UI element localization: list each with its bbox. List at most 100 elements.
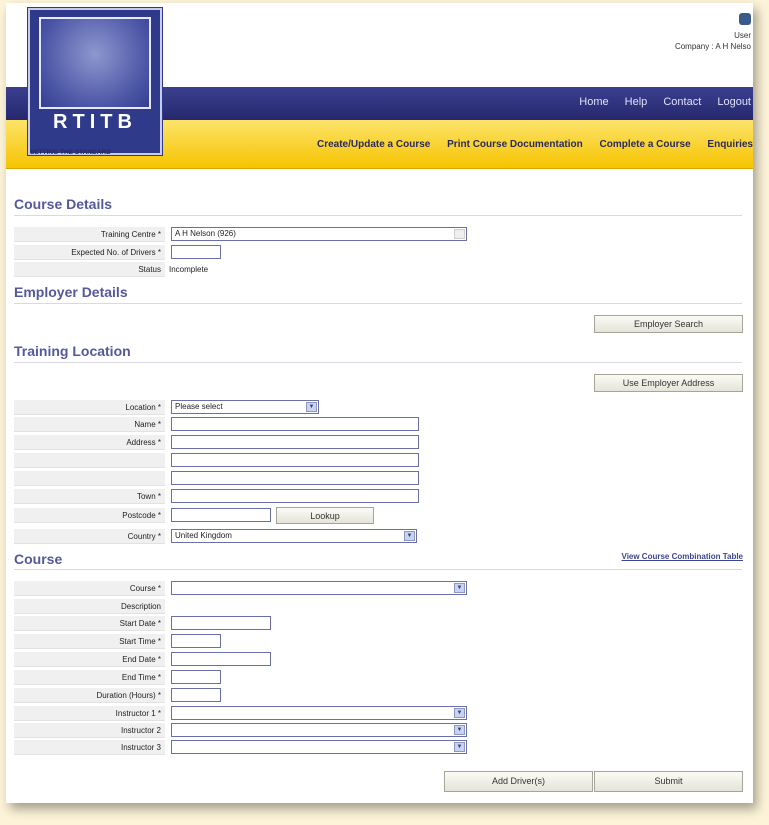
location-name-input[interactable]: [171, 417, 419, 431]
country-row: Country * United Kingdom ▼: [14, 529, 464, 545]
user-label: User: [734, 31, 751, 40]
country-value: United Kingdom: [175, 531, 232, 540]
expected-drivers-row: Expected No. of Drivers *: [14, 245, 464, 261]
nav-print-course-docs[interactable]: Print Course Documentation: [447, 139, 583, 150]
expected-drivers-input[interactable]: [171, 245, 221, 259]
address-row: Address *: [14, 435, 464, 451]
address-row-3: [14, 471, 464, 487]
instructor-3-label: Instructor 3: [14, 740, 165, 755]
status-value: Incomplete: [169, 265, 209, 274]
start-date-input[interactable]: [171, 616, 271, 630]
town-row: Town *: [14, 489, 464, 505]
divider: [14, 362, 742, 363]
instructor-1-select[interactable]: ▼: [171, 706, 467, 720]
location-row: Location * Please select ▼: [14, 400, 464, 416]
company-label: Company : A H Nelso: [674, 42, 751, 51]
start-date-row: Start Date *: [14, 616, 464, 632]
submit-button[interactable]: Submit: [594, 771, 743, 792]
top-links: Home Help Contact Logout: [566, 96, 751, 108]
chevron-down-icon: ▼: [454, 742, 465, 752]
end-date-input[interactable]: [171, 652, 271, 666]
logo-emblem: [39, 17, 151, 109]
chevron-down-icon: ▼: [404, 531, 415, 541]
divider: [14, 215, 742, 216]
duration-input[interactable]: [171, 688, 221, 702]
home-link[interactable]: Home: [579, 96, 608, 108]
postcode-input[interactable]: [171, 508, 271, 522]
course-label: Course *: [14, 581, 165, 596]
location-select[interactable]: Please select ▼: [171, 400, 319, 414]
country-select[interactable]: United Kingdom ▼: [171, 529, 417, 543]
chevron-down-icon: ▼: [454, 583, 465, 593]
view-course-combination-link[interactable]: View Course Combination Table: [622, 552, 744, 561]
postcode-label: Postcode *: [14, 508, 165, 523]
town-input[interactable]: [171, 489, 419, 503]
chevron-down-icon: ▼: [454, 725, 465, 735]
duration-label: Duration (Hours) *: [14, 688, 165, 703]
contact-link[interactable]: Contact: [663, 96, 701, 108]
user-info: User Company : A H Nelso: [675, 13, 751, 52]
address-line-3-input[interactable]: [171, 471, 419, 485]
town-label: Town *: [14, 489, 165, 504]
end-date-label: End Date *: [14, 652, 165, 667]
instructor-2-select[interactable]: ▼: [171, 723, 467, 737]
training-centre-label: Training Centre *: [14, 227, 165, 242]
postcode-row: Postcode * Lookup: [14, 507, 464, 524]
instructor-2-row: Instructor 2 ▼: [14, 723, 467, 739]
divider: [14, 303, 742, 304]
country-label: Country *: [14, 529, 165, 544]
nav-create-update-course[interactable]: Create/Update a Course: [317, 139, 430, 150]
course-select-row: Course * ▼: [14, 581, 467, 597]
training-centre-value: A H Nelson (926): [175, 229, 236, 238]
training-location-title: Training Location: [14, 343, 131, 359]
instructor-3-row: Instructor 3 ▼: [14, 740, 467, 756]
address-line-1-input[interactable]: [171, 435, 419, 449]
location-name-row: Name *: [14, 417, 464, 433]
start-time-label: Start Time *: [14, 634, 165, 649]
expected-drivers-label: Expected No. of Drivers *: [14, 245, 165, 260]
page: User Company : A H Nelso Home Help Conta…: [6, 3, 753, 803]
logo-tagline: SETTING THE STANDARD: [30, 149, 111, 156]
location-name-label: Name *: [14, 417, 165, 432]
instructor-1-label: Instructor 1 *: [14, 706, 165, 721]
employer-search-button[interactable]: Employer Search: [594, 315, 743, 333]
course-title: Course: [14, 551, 63, 567]
end-date-row: End Date *: [14, 652, 464, 668]
end-time-row: End Time *: [14, 670, 464, 686]
training-centre-select[interactable]: A H Nelson (926): [171, 227, 467, 241]
logout-link[interactable]: Logout: [717, 96, 751, 108]
location-value: Please select: [175, 402, 223, 411]
location-label: Location *: [14, 400, 165, 415]
status-label: Status: [14, 262, 165, 277]
course-details-title: Course Details: [14, 196, 113, 212]
lookup-button[interactable]: Lookup: [276, 507, 374, 524]
course-select[interactable]: ▼: [171, 581, 467, 595]
start-time-input[interactable]: [171, 634, 221, 648]
description-label: Description: [14, 599, 165, 614]
end-time-label: End Time *: [14, 670, 165, 685]
nav-complete-course[interactable]: Complete a Course: [600, 139, 691, 150]
end-time-input[interactable]: [171, 670, 221, 684]
address-label: Address *: [14, 435, 165, 450]
address-label-blank: [14, 471, 165, 486]
start-date-label: Start Date *: [14, 616, 165, 631]
address-label-blank: [14, 453, 165, 468]
start-time-row: Start Time *: [14, 634, 464, 650]
duration-row: Duration (Hours) *: [14, 688, 464, 704]
description-row: Description: [14, 599, 464, 615]
address-line-2-input[interactable]: [171, 453, 419, 467]
instructor-2-label: Instructor 2: [14, 723, 165, 738]
instructor-3-select[interactable]: ▼: [171, 740, 467, 754]
logo-text: RTITB: [53, 111, 137, 133]
help-link[interactable]: Help: [625, 96, 648, 108]
divider: [14, 569, 742, 570]
nav-enquiries[interactable]: Enquiries: [707, 139, 753, 150]
status-row: Status Incomplete: [14, 262, 464, 278]
user-icon: [739, 13, 751, 25]
chevron-down-icon: [454, 229, 465, 239]
address-row-2: [14, 453, 464, 469]
training-centre-row: Training Centre * A H Nelson (926): [14, 227, 467, 243]
add-drivers-button[interactable]: Add Driver(s): [444, 771, 593, 792]
use-employer-address-button[interactable]: Use Employer Address: [594, 374, 743, 392]
employer-details-title: Employer Details: [14, 284, 128, 300]
